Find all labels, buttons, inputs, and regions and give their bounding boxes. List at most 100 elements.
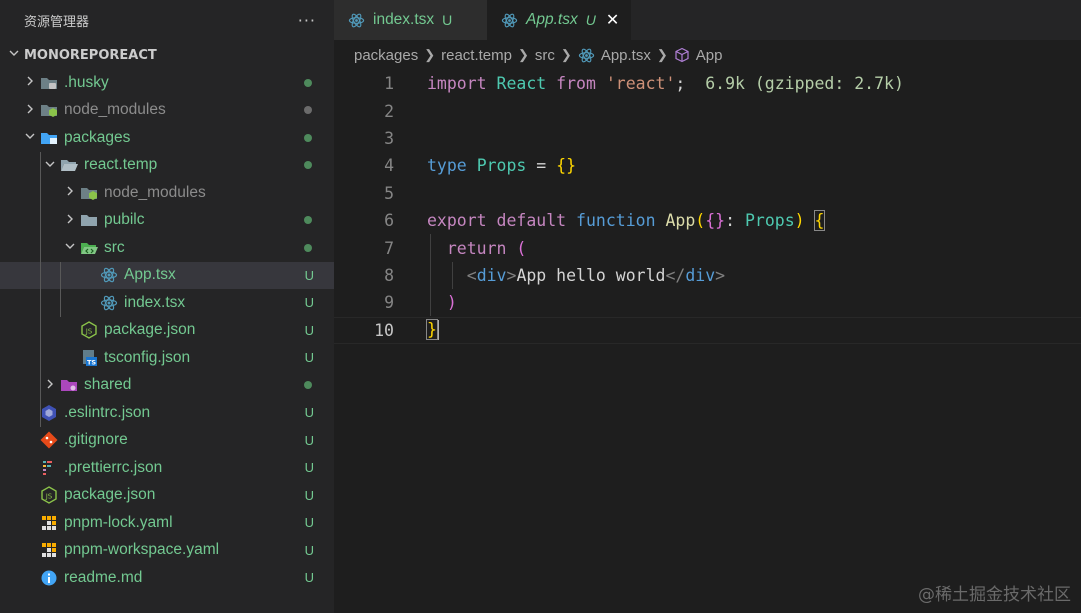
breadcrumb-item[interactable]: react.temp — [441, 47, 512, 64]
chevron-down-icon[interactable] — [42, 158, 58, 173]
tree-item-label: packages — [64, 128, 131, 146]
svg-text:JS: JS — [85, 328, 93, 336]
tree-item[interactable]: readme.md U — [0, 564, 334, 592]
tree-item[interactable]: index.tsx U — [0, 289, 334, 317]
tab-index-tsx[interactable]: index.tsx U — [334, 0, 487, 40]
tree-item[interactable]: App.tsx U — [0, 261, 334, 289]
breadcrumb-file[interactable]: App.tsx — [601, 47, 651, 64]
token-tag: div — [685, 265, 716, 285]
code-line: 8 <div>App hello world</div> — [334, 262, 1081, 289]
src-folder-icon — [80, 239, 98, 257]
pnpm-icon — [40, 541, 58, 559]
token-keyword: return — [446, 238, 507, 258]
line-number: 2 — [384, 101, 394, 121]
pnpm-icon — [40, 514, 58, 532]
tree-item-label: tsconfig.json — [104, 348, 191, 366]
tab-app-tsx[interactable]: App.tsx U ✕ — [487, 0, 632, 40]
code-line: 3 — [334, 125, 1081, 152]
git-status-badge: U — [304, 405, 314, 421]
tree-item[interactable]: node_modules — [0, 179, 334, 207]
chevron-right-icon[interactable] — [22, 75, 38, 90]
chevron-down-icon[interactable] — [62, 240, 78, 255]
tree-item-label: .prettierrc.json — [64, 458, 163, 476]
tree-item-label: react.temp — [84, 156, 158, 174]
token-tag-bracket: > — [715, 265, 726, 285]
packages-folder-icon — [40, 129, 58, 147]
tree-item-label: index.tsx — [124, 293, 186, 311]
token-tag-bracket: </ — [665, 265, 686, 285]
token-bracket-matched: } — [426, 318, 438, 340]
indent-guide — [60, 261, 61, 317]
token-bracket: ( — [516, 238, 527, 258]
line-number: 10 — [374, 320, 394, 340]
line-number: 4 — [384, 156, 394, 176]
node-folder-icon — [40, 101, 58, 119]
react-icon — [100, 266, 118, 284]
chevron-right-icon[interactable] — [62, 213, 78, 228]
more-actions-icon[interactable]: ··· — [298, 11, 316, 30]
tab-status: U — [442, 12, 453, 28]
chevron-down-icon[interactable] — [22, 130, 38, 145]
tree-item[interactable]: pnpm-lock.yaml U — [0, 509, 334, 537]
code-line: 9 ) — [334, 289, 1081, 316]
line-number: 6 — [384, 211, 394, 231]
tree-item[interactable]: JS package.json U — [0, 317, 334, 345]
token-keyword: export — [427, 211, 487, 231]
tree-item[interactable]: .gitignore U — [0, 427, 334, 455]
git-status-badge: U — [304, 350, 314, 366]
tree-item[interactable]: pnpm-workspace.yaml U — [0, 537, 334, 565]
tree-item[interactable]: react.temp — [0, 152, 334, 180]
token-bracket: ( — [695, 211, 706, 231]
code-line: 2 — [334, 97, 1081, 124]
code-view[interactable]: 1 import React from 'react'; 6.9k (gzipp… — [334, 70, 1081, 344]
git-status-badge: U — [304, 542, 314, 558]
code-text: export default function App({}: Props) { — [427, 210, 826, 232]
code-line: 5 — [334, 180, 1081, 207]
token-type: Props — [744, 211, 795, 231]
react-icon — [501, 12, 518, 29]
chevron-right-icon: ❯ — [560, 47, 572, 62]
token-tag-bracket: > — [506, 265, 517, 285]
breadcrumb-item[interactable]: packages — [354, 47, 418, 64]
breadcrumb-item[interactable]: src — [535, 47, 555, 64]
tree-item[interactable]: node_modules — [0, 97, 334, 125]
token-punctuation: : — [725, 211, 745, 231]
git-status-dot — [304, 216, 312, 225]
tree-item[interactable]: packages — [0, 124, 334, 152]
chevron-right-icon[interactable] — [62, 185, 78, 200]
token-bracket: {} — [705, 211, 726, 231]
code-text: } — [426, 318, 439, 341]
breadcrumb-symbol[interactable]: App — [696, 47, 723, 64]
nodejs-icon: JS — [40, 486, 58, 505]
chevron-right-icon[interactable] — [42, 378, 58, 393]
code-text: return ( — [427, 239, 526, 258]
git-status-dot — [304, 78, 312, 87]
explorer-sidebar: 资源管理器 ··· MONOREPOREACT .husky node_modul… — [0, 0, 334, 613]
code-text: <div>App hello world</div> — [427, 266, 725, 285]
project-root[interactable]: MONOREPOREACT — [0, 41, 334, 69]
line-number: 7 — [384, 238, 394, 258]
chevron-right-icon[interactable] — [22, 103, 38, 118]
line-number: 9 — [384, 293, 394, 313]
tree-item[interactable]: pubilc — [0, 207, 334, 235]
tree-item[interactable]: .prettierrc.json U — [0, 454, 334, 482]
tree-item[interactable]: shared — [0, 372, 334, 400]
file-tree: .husky node_modules packages react.temp node… — [0, 69, 334, 592]
tree-item-label: .husky — [64, 73, 109, 91]
tree-item[interactable]: .eslintrc.json U — [0, 399, 334, 427]
token-tag-bracket: < — [466, 265, 477, 285]
tree-item-label: pnpm-lock.yaml — [64, 513, 173, 531]
tree-item[interactable]: JS package.json U — [0, 482, 334, 510]
tree-item-label: node_modules — [104, 183, 206, 201]
tree-item[interactable]: src — [0, 234, 334, 262]
close-icon[interactable]: ✕ — [606, 10, 619, 30]
tree-item[interactable]: TS tsconfig.json U — [0, 344, 334, 372]
code-line-current: 10 } — [334, 316, 1081, 344]
watermark: @稀土掘金技术社区 — [918, 585, 1071, 605]
node-folder-icon — [80, 184, 98, 202]
tree-item[interactable]: .husky — [0, 69, 334, 97]
git-status-badge: U — [304, 432, 314, 448]
git-status-badge: U — [304, 295, 314, 311]
eslint-icon — [40, 404, 58, 422]
token-function: App — [665, 211, 696, 231]
